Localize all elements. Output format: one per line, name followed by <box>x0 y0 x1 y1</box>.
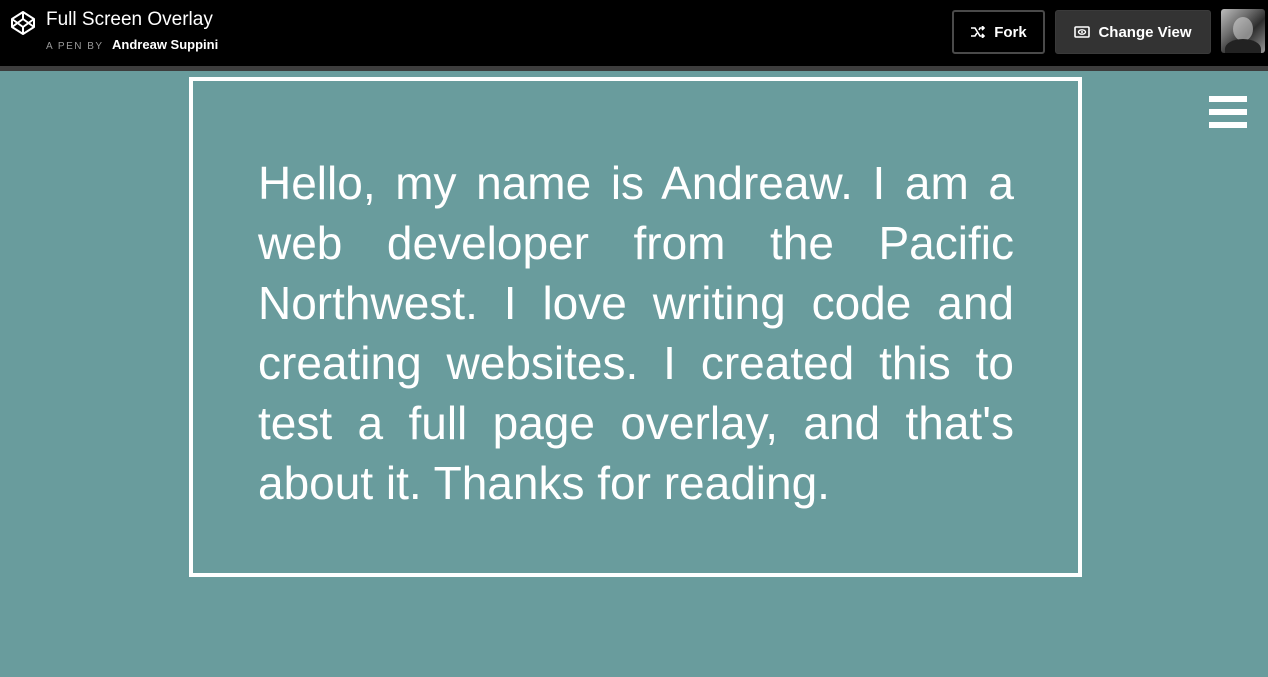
fork-label: Fork <box>994 23 1027 41</box>
fork-button[interactable]: Fork <box>952 10 1045 54</box>
hamburger-menu-icon[interactable] <box>1209 96 1247 128</box>
hamburger-line <box>1209 96 1247 102</box>
top-bar: Full Screen Overlay A PEN BY Andreaw Sup… <box>0 0 1268 66</box>
eye-icon <box>1074 26 1091 38</box>
pen-title: Full Screen Overlay <box>46 9 213 30</box>
author-link[interactable]: Andreaw Suppini <box>112 37 218 52</box>
avatar[interactable] <box>1221 9 1265 53</box>
avatar-head <box>1233 17 1253 41</box>
top-bar-divider <box>0 66 1268 71</box>
codepen-logo-icon[interactable] <box>10 10 36 36</box>
change-view-label: Change View <box>1098 23 1192 41</box>
by-label: A PEN BY <box>46 41 104 52</box>
change-view-button[interactable]: Change View <box>1055 10 1211 54</box>
hamburger-line <box>1209 122 1247 128</box>
intro-paragraph: Hello, my name is Andreaw. I am a web de… <box>258 157 1014 509</box>
avatar-shoulders <box>1225 39 1261 53</box>
hamburger-line <box>1209 109 1247 115</box>
pen-byline: A PEN BY Andreaw Suppini <box>46 37 218 55</box>
fork-icon <box>971 26 986 38</box>
content-box: Hello, my name is Andreaw. I am a web de… <box>189 77 1082 577</box>
